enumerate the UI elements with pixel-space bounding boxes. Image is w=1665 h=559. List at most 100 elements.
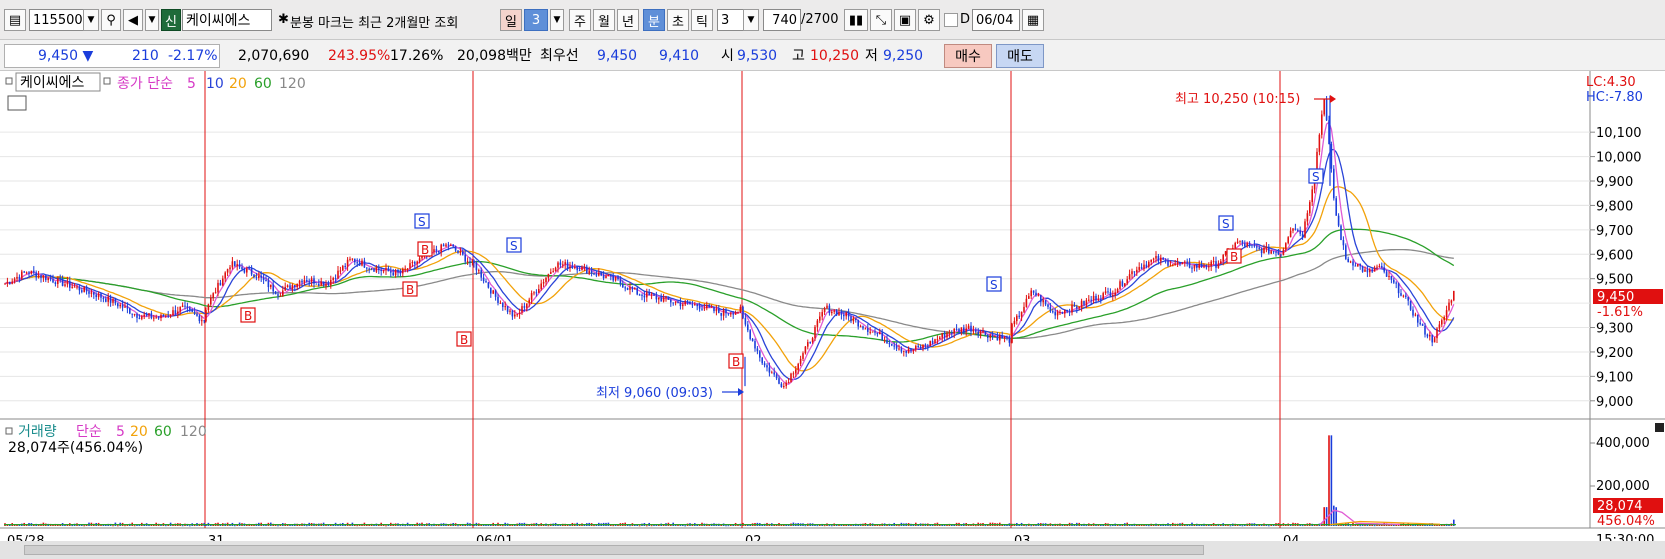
candle-body (650, 294, 653, 296)
count-input[interactable]: 740 (763, 9, 801, 31)
date-label: D (960, 12, 971, 27)
candle-body (1287, 237, 1289, 244)
candle-body (1294, 228, 1297, 230)
buy-button[interactable]: 매수 (944, 44, 992, 68)
zoom-icon[interactable]: ⤡ (870, 9, 892, 31)
candle-body (783, 386, 785, 388)
stock-name-field[interactable]: 케이씨에스 (182, 9, 272, 31)
candle-body (1172, 264, 1174, 266)
date-value: 06/04 (976, 12, 1014, 28)
grid-toggle-icon[interactable] (7, 95, 27, 111)
candle-body (1347, 258, 1349, 263)
candle-body (1035, 292, 1037, 296)
buy-signal-label: B (421, 243, 429, 257)
candle-body (310, 278, 313, 282)
candle-body (97, 293, 100, 298)
high-annotation: 최고 10,250 (10:15) (1175, 92, 1300, 107)
candle-body (318, 283, 320, 286)
period-year-button[interactable]: 년 (617, 9, 639, 31)
search-icon[interactable]: ⚲ (101, 9, 121, 31)
candle-body (203, 320, 205, 322)
calendar-icon[interactable]: ▦ (1022, 9, 1044, 31)
candle-body (689, 302, 691, 305)
volume-bar (385, 525, 387, 527)
code-dropdown-icon[interactable]: ▼ (83, 9, 99, 31)
period-tick-button[interactable]: 틱 (691, 9, 713, 31)
candle-body (181, 305, 184, 307)
candle-body (605, 276, 607, 279)
candle-body (291, 285, 294, 290)
candle-body (698, 306, 701, 309)
candle-body (1426, 334, 1429, 337)
candle-body (418, 258, 421, 262)
candle-body (845, 312, 847, 317)
candle-body (480, 270, 482, 278)
layout-icon[interactable]: ▤ (4, 9, 26, 31)
date-input[interactable]: 06/04 (972, 9, 1020, 31)
vol-info: 28,074주(456.04%) (8, 440, 143, 456)
candle-body (9, 281, 11, 284)
candle-body (172, 310, 174, 315)
candle-body (984, 331, 987, 335)
period-day-count[interactable]: 3 (524, 9, 548, 31)
axis-date-label: 31 (208, 534, 225, 541)
interval-dropdown-icon[interactable]: ▼ (743, 9, 759, 31)
candle-body (667, 296, 670, 300)
save-icon[interactable]: ▣ (894, 9, 916, 31)
period-second-button[interactable]: 초 (667, 9, 689, 31)
period-day-dropdown-icon[interactable]: ▼ (550, 9, 564, 31)
period-minute-button[interactable]: 분 (643, 9, 665, 31)
candle-body (1222, 254, 1224, 262)
scroll-thumb[interactable] (24, 545, 1204, 555)
candle-body (737, 311, 739, 313)
candle-body (447, 244, 450, 246)
candle-body (344, 265, 346, 267)
candle-body (1016, 315, 1018, 322)
vol-legend-ma60: 60 (154, 424, 172, 440)
gear-icon[interactable]: ⚙ (918, 9, 940, 31)
candle-body (1116, 289, 1119, 293)
period-week-label: 주 (574, 14, 586, 30)
candle-body (1445, 310, 1448, 318)
candle-icon[interactable]: ▮▮ (844, 9, 868, 31)
candle-body (416, 261, 418, 264)
candle-body (394, 270, 397, 276)
date-checkbox[interactable] (944, 13, 958, 27)
candle-body (1419, 322, 1421, 325)
candle-body (1297, 229, 1299, 231)
candle-body (88, 291, 90, 294)
candle-body (356, 262, 358, 264)
speaker-dropdown-icon[interactable]: ▼ (145, 9, 159, 31)
candle-body (1311, 189, 1313, 203)
candle-body (1020, 311, 1023, 317)
volume-bar (1359, 525, 1361, 527)
candle-body (1018, 315, 1020, 317)
candle-body (987, 334, 989, 338)
period-day-button[interactable]: 일 (500, 9, 522, 31)
vol-panel-menu-icon[interactable] (1655, 423, 1664, 432)
candle-body (1078, 307, 1080, 309)
candle-body (586, 266, 588, 274)
scrollbar[interactable] (0, 541, 1665, 559)
price-axis-label: 9,000 (1596, 395, 1633, 410)
sell-signal-label: S (990, 278, 998, 292)
price-chart[interactable]: SBBBBSBSSBS 케이씨에스 종가 단순 5 10 20 60 120 최… (0, 71, 1665, 541)
sell-button[interactable]: 매도 (996, 44, 1044, 68)
candle-body (773, 372, 775, 375)
period-month-button[interactable]: 월 (593, 9, 615, 31)
candle-body (1044, 300, 1047, 305)
candle-body (771, 372, 773, 374)
candle-body (1133, 271, 1136, 273)
period-week-button[interactable]: 주 (569, 9, 591, 31)
speaker-icon[interactable]: ◀ (123, 9, 143, 31)
candle-body (622, 283, 624, 288)
candle-body (193, 311, 196, 314)
candle-body (1176, 262, 1179, 264)
candle-body (61, 278, 64, 286)
candle-body (1385, 271, 1388, 277)
candle-body (1390, 275, 1393, 280)
candle-body (370, 268, 373, 270)
candle-body (927, 345, 929, 347)
candle-body (13, 278, 16, 282)
candle-body (136, 313, 138, 318)
